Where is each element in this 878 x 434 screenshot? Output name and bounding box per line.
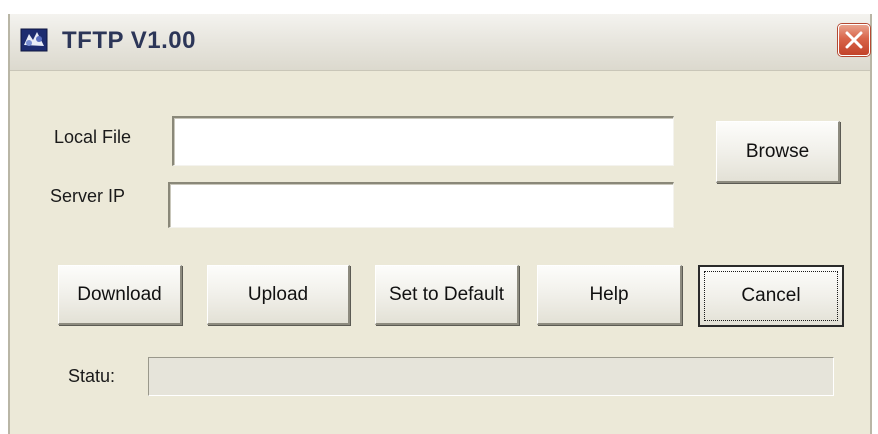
help-button[interactable]: Help <box>537 265 682 325</box>
upload-label: Upload <box>247 283 309 305</box>
browse-button[interactable]: Browse <box>716 121 840 183</box>
title-bar[interactable]: TFTP V1.00 <box>10 14 870 71</box>
cancel-button[interactable]: Cancel <box>698 265 844 327</box>
focus-ring <box>704 271 838 321</box>
tftp-window: TFTP V1.00 Local File Browse Server IP D… <box>8 14 872 434</box>
local-file-input[interactable] <box>172 116 674 166</box>
status-label: Statu: <box>68 366 116 386</box>
server-ip-input[interactable] <box>168 182 674 228</box>
server-ip-label: Server IP <box>50 186 126 206</box>
close-icon <box>845 31 863 49</box>
set-to-default-label: Set to Default <box>388 283 505 305</box>
close-button[interactable] <box>838 24 870 56</box>
upload-button[interactable]: Upload <box>207 265 350 325</box>
window-title: TFTP V1.00 <box>62 27 196 54</box>
download-label: Download <box>77 283 162 305</box>
download-button[interactable]: Download <box>58 265 182 325</box>
tftp-app-icon <box>20 27 48 53</box>
help-label: Help <box>589 283 629 305</box>
set-to-default-button[interactable]: Set to Default <box>375 265 519 325</box>
browse-label: Browse <box>745 140 810 162</box>
local-file-label: Local File <box>54 127 132 147</box>
status-field <box>148 357 834 396</box>
